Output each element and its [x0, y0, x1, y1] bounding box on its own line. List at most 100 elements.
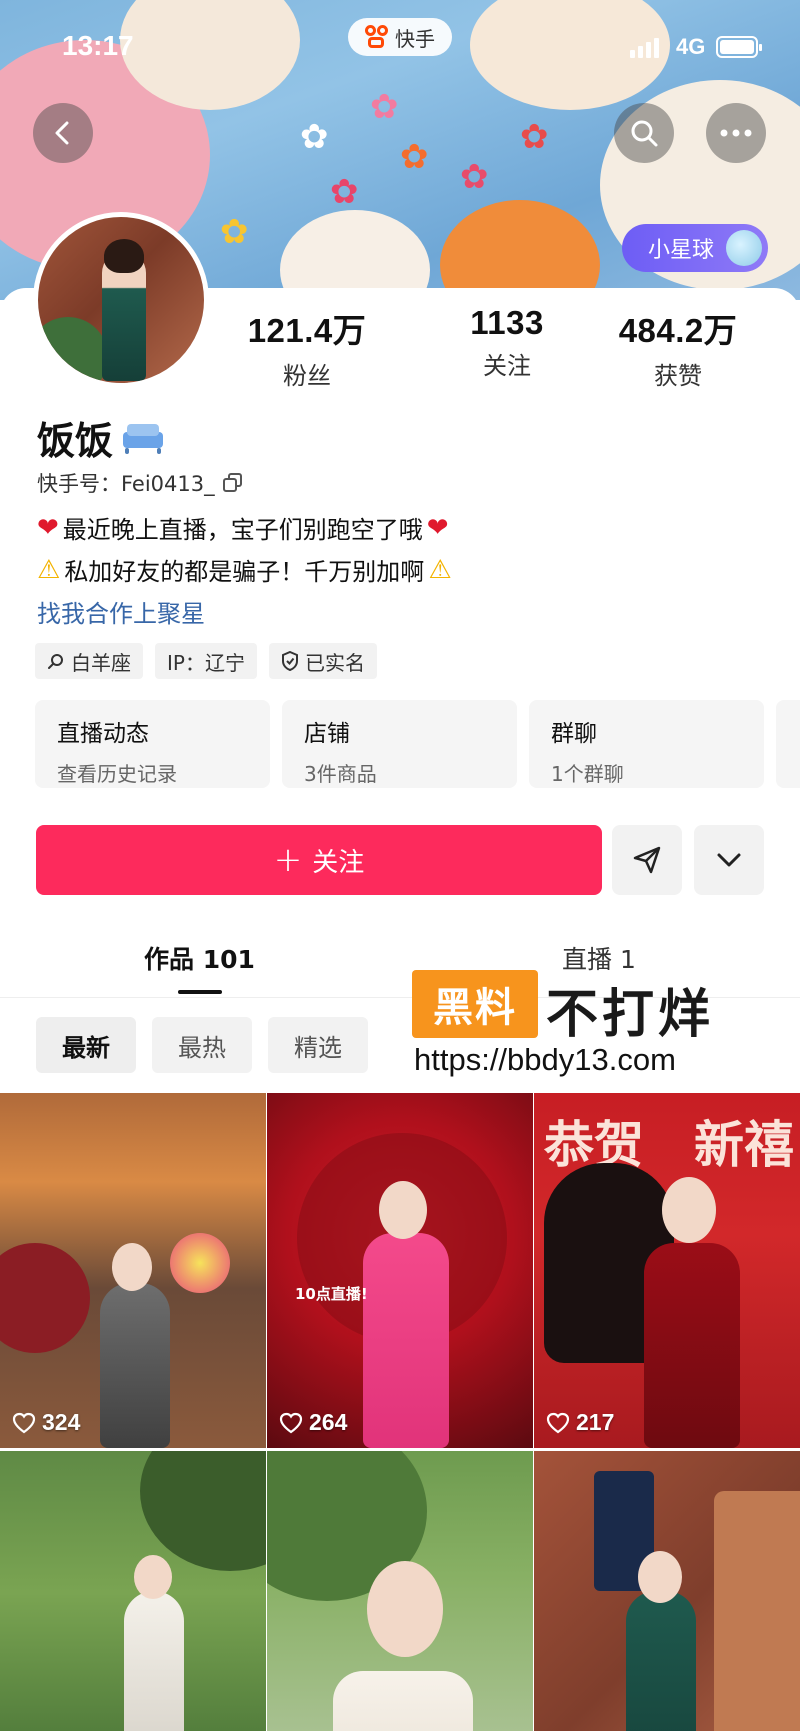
feature-group-chat[interactable]: 群聊 1个群聊	[529, 700, 764, 788]
planet-label: 小星球	[648, 238, 715, 263]
heart-icon: ❤	[426, 512, 449, 543]
tag-zodiac: 白羊座	[35, 643, 143, 679]
feature-shop[interactable]: 店铺 3件商品	[282, 700, 517, 788]
app-indicator: 快手	[348, 18, 452, 56]
back-button[interactable]	[33, 103, 93, 163]
tab-works[interactable]: 作品 101	[144, 940, 255, 976]
search-icon	[631, 120, 658, 147]
like-count: 264	[279, 1409, 347, 1436]
message-button[interactable]	[612, 825, 682, 895]
feature-row: 直播动态 查看历史记录 店铺 3件商品 群聊 1个群聊	[35, 700, 800, 788]
stat-value: 1133	[470, 304, 544, 341]
bio-line: ❤ 最近晚上直播，宝子们别跑空了哦 ❤	[37, 510, 737, 545]
status-time: 13:17	[62, 30, 134, 61]
flower-icon: ✿	[330, 172, 359, 212]
avatar[interactable]	[33, 212, 209, 388]
flower-icon: ✿	[460, 157, 489, 197]
like-count-value: 264	[309, 1409, 348, 1435]
app-name: 快手	[395, 26, 435, 51]
stat-label: 获赞	[654, 362, 702, 390]
watermark: 黑料 不打烊 https://bbdy13.com	[412, 970, 772, 1080]
more-dots-icon	[720, 129, 752, 137]
stat-label: 粉丝	[283, 362, 331, 390]
sofa-icon	[121, 420, 165, 456]
heart-outline-icon	[546, 1412, 570, 1433]
video-thumbnail[interactable]	[267, 1451, 533, 1731]
feature-more[interactable]	[776, 700, 800, 788]
feature-live-history[interactable]: 直播动态 查看历史记录	[35, 700, 270, 788]
thumbnail-caption: 10点直播!	[295, 1285, 368, 1303]
video-thumbnail[interactable]: 恭贺 新禧 217	[534, 1093, 800, 1448]
flower-icon: ✿	[220, 212, 249, 252]
watermark-box-text: 黑料	[412, 970, 538, 1038]
stat-followers[interactable]: 121.4万 粉丝	[222, 304, 392, 391]
works-grid: 324 10点直播! 264 恭贺 新禧 217	[0, 1093, 800, 1731]
flower-icon: ✿	[300, 117, 329, 157]
planet-icon	[726, 230, 762, 266]
bio-text: 私加好友的都是骗子！千万别加啊	[64, 558, 425, 586]
search-icon	[48, 654, 63, 669]
tab-indicator	[178, 990, 222, 994]
uid-row: 快手号：Fei0413_	[37, 468, 243, 498]
stat-label: 关注	[483, 352, 531, 380]
status-bar: 13:17 快手 4G	[0, 0, 800, 100]
flower-icon: ✿	[400, 137, 429, 177]
bio-line: ⚠ 私加好友的都是骗子！千万别加啊 ⚠	[37, 552, 737, 587]
profile-name: 饭饭	[37, 419, 114, 463]
bio-text: 最近晚上直播，宝子们别跑空了哦	[62, 516, 423, 544]
filter-featured[interactable]: 精选	[268, 1017, 368, 1073]
watermark-url: https://bbdy13.com	[414, 1042, 676, 1077]
video-thumbnail[interactable]: 324	[0, 1093, 266, 1448]
more-button[interactable]	[706, 103, 766, 163]
search-button[interactable]	[614, 103, 674, 163]
heart-outline-icon	[12, 1412, 36, 1433]
copy-icon[interactable]	[222, 473, 243, 493]
follow-label: 关注	[312, 847, 365, 878]
stat-value: 484.2万	[618, 312, 738, 349]
greeting-title-right: 新禧	[694, 1115, 794, 1174]
like-count: 324	[12, 1409, 80, 1436]
feature-title: 店铺	[304, 721, 350, 747]
video-thumbnail[interactable]	[534, 1451, 800, 1731]
video-thumbnail[interactable]	[0, 1451, 266, 1731]
send-icon	[633, 846, 661, 874]
tag-ip: IP：辽宁	[155, 643, 257, 679]
name-row: 饭饭	[37, 410, 165, 465]
stat-likes[interactable]: 484.2万 获赞	[593, 304, 763, 391]
expand-button[interactable]	[694, 825, 764, 895]
chevron-left-icon	[55, 121, 69, 145]
feature-title: 群聊	[551, 721, 597, 747]
filter-hot[interactable]: 最热	[152, 1017, 252, 1073]
like-count: 217	[546, 1409, 614, 1436]
banner-illustration-puppy	[280, 210, 430, 300]
like-count-value: 324	[42, 1409, 81, 1435]
battery-icon	[716, 36, 762, 58]
kuaishou-logo-icon	[365, 25, 389, 49]
heart-outline-icon	[279, 1412, 303, 1433]
feature-subtitle: 查看历史记录	[57, 762, 177, 786]
network-type: 4G	[676, 34, 706, 59]
tag-label: 白羊座	[71, 650, 131, 675]
filter-row: 最新 最热 精选	[36, 1017, 368, 1073]
chevron-down-icon	[717, 853, 741, 867]
tag-label: IP：辽宁	[167, 650, 245, 675]
feature-title: 直播动态	[57, 721, 149, 747]
video-thumbnail[interactable]: 10点直播! 264	[267, 1093, 533, 1448]
flower-icon: ✿	[520, 117, 549, 157]
stat-following[interactable]: 1133 关注	[422, 304, 592, 381]
warning-icon: ⚠	[428, 554, 452, 585]
heart-icon: ❤	[37, 512, 59, 543]
planet-badge[interactable]: 小星球	[622, 224, 768, 272]
like-count-value: 217	[576, 1409, 615, 1435]
watermark-text: 不打烊	[546, 985, 715, 1045]
signal-icon	[630, 38, 659, 58]
tag-label: 已实名	[304, 650, 365, 675]
stat-value: 121.4万	[247, 312, 367, 349]
feature-subtitle: 3件商品	[304, 762, 377, 786]
filter-latest[interactable]: 最新	[36, 1017, 136, 1073]
shield-icon	[281, 651, 298, 671]
user-id: 快手号：Fei0413_	[37, 472, 215, 496]
tag-verified: 已实名	[268, 643, 377, 679]
cooperation-link[interactable]: 找我合作上聚星	[37, 594, 205, 629]
follow-button[interactable]: + 关注	[36, 825, 602, 895]
